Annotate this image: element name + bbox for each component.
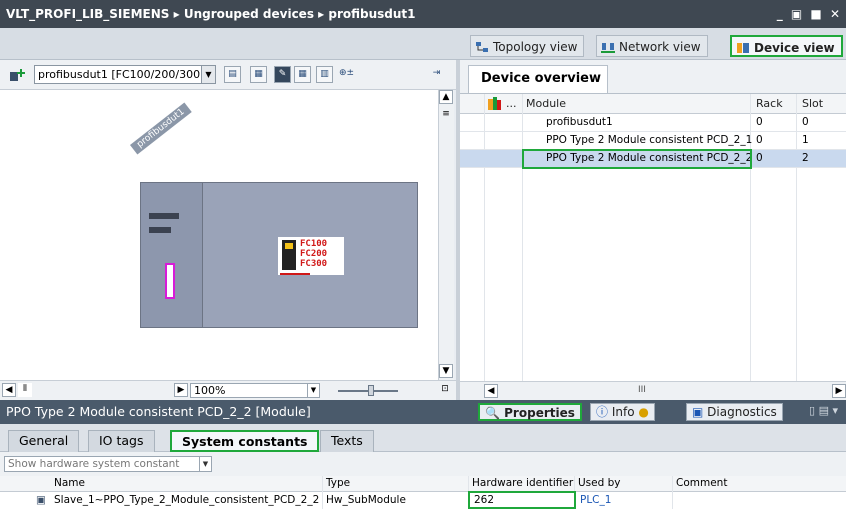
breadcrumb-project[interactable]: VLT_PROFI_LIB_SIEMENS	[6, 7, 169, 21]
scroll-thumb-icon[interactable]: ⦀	[18, 383, 32, 397]
device-overview-tab[interactable]: Device overview	[468, 65, 608, 93]
module-color-icon	[488, 97, 501, 110]
topology-view-tab[interactable]: Topology view	[470, 35, 585, 57]
window-controls[interactable]: _ ▣ ■ ✕	[777, 0, 842, 28]
drive-module[interactable]: FC100 FC200 FC300	[278, 237, 344, 275]
network-icon	[601, 43, 615, 53]
scroll-left-icon[interactable]: ◀	[484, 384, 498, 398]
overview-horizontal-scrollbar[interactable]: ◀ III ▶	[460, 381, 846, 400]
diagnostics-tab[interactable]: ▣ Diagnostics	[686, 403, 783, 421]
inspector-controls-icon[interactable]: ▯ ▤ ▾	[809, 404, 838, 417]
name-label-icon[interactable]: ▦	[250, 66, 267, 83]
diagnostics-icon: ▣	[692, 405, 704, 419]
system-constants-table: Name Type Hardware identifier Used by Co…	[0, 476, 846, 509]
scroll-right-icon[interactable]: ▶	[174, 383, 188, 397]
canvas-horizontal-bar: ◀ ⦀ ▶ 100% ▼ ⊡	[0, 380, 456, 400]
constant-filter-bar: Show hardware system constant ▼	[0, 452, 846, 476]
breadcrumb-device[interactable]: profibusdut1	[328, 7, 415, 21]
chevron-down-icon[interactable]: ▼	[201, 66, 215, 83]
table-header: ... Module Rack Slot	[460, 94, 846, 114]
inspector-title: PPO Type 2 Module consistent PCD_2_2 [Mo…	[6, 404, 311, 419]
scroll-down-icon[interactable]: ▼	[439, 364, 453, 378]
page-icon[interactable]: ▥	[316, 66, 333, 83]
device-overview-table: ... Module Rack Slot profibusdut1 0 0 PP…	[460, 93, 846, 382]
breadcrumb-separator: ▸	[318, 7, 325, 21]
selection-highlight	[522, 149, 752, 169]
topology-icon	[476, 42, 488, 52]
subtab-io-tags[interactable]: IO tags	[88, 430, 155, 452]
scroll-thumb[interactable]: III	[638, 385, 646, 395]
chevron-down-icon[interactable]: ▼	[199, 457, 211, 471]
system-constant-icon: ▣	[36, 494, 46, 506]
network-view-tab[interactable]: Network view	[596, 35, 708, 57]
info-tab[interactable]: ⓘ Info ●	[590, 403, 655, 421]
edit-icon[interactable]: ✎	[274, 66, 291, 83]
constant-filter-select[interactable]: Show hardware system constant ▼	[4, 456, 212, 472]
module-bar	[149, 213, 179, 219]
used-by-link[interactable]: PLC_1	[580, 494, 611, 506]
zoom-icon[interactable]: ⊕±	[338, 66, 355, 83]
column-module[interactable]: Module	[526, 97, 566, 110]
subtab-system-constants[interactable]: System constants	[170, 430, 320, 452]
table-header: Name Type Hardware identifier Used by Co…	[0, 476, 846, 492]
hwid-highlight	[468, 491, 576, 509]
view-switch-bar: Topology view Network view Device view	[0, 28, 846, 60]
column-type[interactable]: Type	[326, 477, 350, 489]
subtab-general[interactable]: General	[8, 430, 80, 452]
info-badge-icon: ●	[638, 405, 649, 419]
column-dots[interactable]: ...	[506, 97, 517, 110]
head-module[interactable]	[141, 183, 203, 327]
column-slot[interactable]: Slot	[802, 97, 823, 110]
module-view-icon[interactable]: ▤	[224, 66, 241, 83]
device-view-tab[interactable]: Device view	[730, 35, 843, 57]
device-icon	[737, 43, 749, 53]
drive-icon	[282, 240, 296, 270]
column-rack[interactable]: Rack	[756, 97, 783, 110]
module-type-label: FC100 FC200 FC300	[300, 239, 328, 269]
table-row[interactable]: PPO Type 2 Module consistent PCD_2_1 0 1	[460, 132, 846, 150]
table-row[interactable]: ▣ Slave_1~PPO_Type_2_Module_consistent_P…	[0, 492, 846, 509]
fit-view-icon[interactable]: ⊡	[438, 383, 452, 397]
scroll-left-icon[interactable]: ◀	[2, 383, 16, 397]
device-add-icon[interactable]	[9, 68, 27, 82]
zoom-slider-handle[interactable]	[368, 385, 374, 396]
grid-icon[interactable]: ▦	[294, 66, 311, 83]
column-name[interactable]: Name	[54, 477, 85, 489]
module-bar	[149, 227, 171, 233]
scroll-right-icon[interactable]: ▶	[832, 384, 846, 398]
inspector-title-bar: PPO Type 2 Module consistent PCD_2_2 [Mo…	[0, 400, 846, 424]
device-selector[interactable]: profibusdut1 [FC100/200/300 ▼	[34, 65, 216, 84]
properties-icon: 🔍	[485, 406, 500, 420]
inspector-subtabs: General IO tags System constants Texts	[0, 424, 846, 452]
column-hardware-identifier[interactable]: Hardware identifier	[472, 477, 573, 489]
breadcrumb-group[interactable]: Ungrouped devices	[184, 7, 314, 21]
zoom-select[interactable]: 100% ▼	[190, 383, 320, 398]
properties-tab[interactable]: 🔍 Properties	[478, 403, 582, 421]
module-underline	[280, 273, 310, 275]
collapse-panel-icon[interactable]: ⇥	[428, 66, 445, 83]
column-comment[interactable]: Comment	[676, 477, 727, 489]
info-icon: ⓘ	[596, 405, 609, 419]
chevron-down-icon[interactable]: ▼	[307, 384, 319, 397]
profibus-port[interactable]	[165, 263, 175, 299]
table-row[interactable]: profibusdut1 0 0	[460, 114, 846, 132]
device-view-toolbar: profibusdut1 [FC100/200/300 ▼ ▤ ▦ ✎ ▦ ▥ …	[0, 60, 456, 90]
column-used-by[interactable]: Used by	[578, 477, 621, 489]
breadcrumb-separator: ▸	[173, 7, 180, 21]
canvas-vertical-scrollbar[interactable]: ▲ ≡ ▼	[438, 90, 454, 380]
device-overview-pane: Device overview ... Module Rack Slot pro…	[460, 60, 846, 400]
scroll-up-icon[interactable]: ▲	[439, 90, 453, 104]
title-bar: VLT_PROFI_LIB_SIEMENS ▸ Ungrouped device…	[0, 0, 846, 28]
subtab-texts[interactable]: Texts	[320, 430, 374, 452]
menu-lines-icon[interactable]: ≡	[439, 108, 453, 122]
